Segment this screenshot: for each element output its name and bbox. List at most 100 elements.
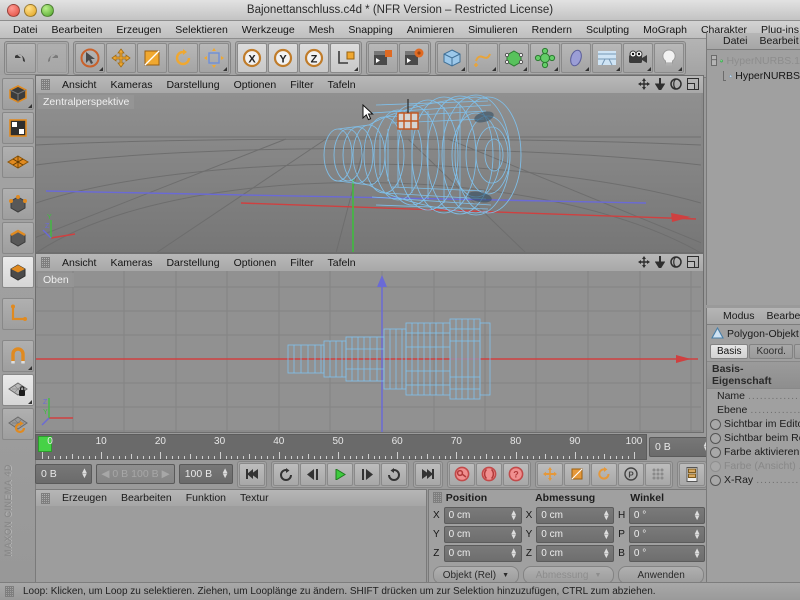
material-manager-list[interactable] (36, 506, 426, 584)
coordinate-input-abmessung-x[interactable]: 0 cm▲▼ (536, 507, 614, 524)
attribute-row-3[interactable]: Sichtbar beim Ren ......................… (707, 431, 800, 445)
coordinate-input-winkel-b[interactable]: 0 °▲▼ (629, 545, 705, 562)
keyframe-help-icon[interactable]: ? (503, 463, 529, 486)
step-forward-icon[interactable] (354, 463, 380, 486)
object-manager-menu-bearbeit[interactable]: Bearbeit (754, 35, 800, 47)
magnet-icon[interactable] (2, 340, 34, 372)
step-back-loop-icon[interactable] (273, 463, 299, 486)
viewport-top-menu-ansicht[interactable]: Ansicht (55, 257, 103, 269)
attribute-row-4[interactable]: Farbe aktivieren .......................… (707, 445, 800, 459)
menu-item-selektieren[interactable]: Selektieren (168, 24, 235, 36)
material-manager[interactable]: ErzeugenBearbeitenFunktionTextur (35, 489, 427, 585)
timeline-layout-icon[interactable] (679, 463, 705, 486)
viewport-top-menu-optionen[interactable]: Optionen (227, 257, 284, 269)
menu-item-erzeugen[interactable]: Erzeugen (109, 24, 168, 36)
model-mode-icon[interactable] (2, 78, 34, 110)
attribute-row-6[interactable]: X-Ray .......................... (707, 473, 800, 487)
radio-icon[interactable] (710, 461, 721, 472)
range-prev-arrow[interactable]: ◀ (97, 468, 109, 480)
playback-group-end[interactable] (413, 461, 443, 488)
menu-item-mograph[interactable]: MoGraph (636, 24, 694, 36)
deformer-icon[interactable] (561, 43, 591, 73)
stepper-icon[interactable]: ▲▼ (221, 468, 229, 478)
coordinate-manager[interactable]: Position Abmessung Winkel X0 cm▲▼X0 cm▲▼… (428, 489, 709, 585)
object-manager-tree[interactable]: –HyperNURBS.1HyperNURBS (707, 50, 800, 83)
viewport-perspective-canvas[interactable]: Zentralperspektive (36, 93, 703, 252)
panel-grip[interactable] (433, 492, 442, 503)
viewport-top-menu-kameras[interactable]: Kameras (103, 257, 159, 269)
viewport-perspective-menubar[interactable]: AnsichtKamerasDarstellungOptionenFilterT… (36, 76, 703, 94)
playback-bar[interactable]: 0 B ▲▼ ◀ 0 B 100 B ▶ 100 B ▲▼ (35, 461, 707, 487)
rotate-icon[interactable] (168, 43, 198, 73)
coordinate-input-abmessung-z[interactable]: 0 cm▲▼ (536, 545, 614, 562)
playback-group-start[interactable] (237, 461, 267, 488)
autokey-icon[interactable] (476, 463, 502, 486)
radio-icon[interactable] (710, 433, 721, 444)
z-axis-icon[interactable]: Z (299, 43, 329, 73)
redo-icon[interactable] (37, 43, 67, 73)
coordinate-row-1[interactable]: Y0 cm▲▼Y0 cm▲▼P0 °▲▼ (432, 526, 705, 543)
coordinate-input-winkel-h[interactable]: 0 °▲▼ (629, 507, 705, 524)
coordinate-rows[interactable]: X0 cm▲▼X0 cm▲▼H0 °▲▼ Y0 cm▲▼Y0 cm▲▼P0 °▲▼… (429, 505, 708, 562)
menu-item-animieren[interactable]: Animieren (400, 24, 461, 36)
menu-item-mesh[interactable]: Mesh (302, 24, 342, 36)
select-live-icon[interactable] (75, 43, 105, 73)
scale-icon[interactable] (137, 43, 167, 73)
attribute-row-5[interactable]: Farbe (Ansicht) ........................… (707, 459, 800, 473)
range-end-field[interactable]: 100 B ▲▼ (179, 464, 233, 484)
toolbar-group-transform[interactable] (73, 41, 231, 75)
key-pla-icon[interactable]: P (618, 463, 644, 486)
viewport-perspective-menu-ansicht[interactable]: Ansicht (55, 79, 103, 91)
world-axis-icon[interactable] (330, 43, 360, 73)
object-item-0[interactable]: –HyperNURBS.1 (707, 53, 800, 68)
attribute-row-2[interactable]: Sichtbar im Editor .....................… (707, 417, 800, 431)
stepper-icon[interactable]: ▲▼ (80, 468, 88, 478)
material-manager-menubar[interactable]: ErzeugenBearbeitenFunktionTextur (36, 490, 426, 507)
material-menu-bearbeiten[interactable]: Bearbeiten (114, 492, 179, 504)
object-item-1[interactable]: HyperNURBS (707, 68, 800, 83)
edge-mode-icon[interactable] (2, 222, 34, 254)
attribute-manager-menubar[interactable]: ModusBearbe (707, 308, 800, 325)
point-mode-icon[interactable] (2, 188, 34, 220)
coordinate-input-abmessung-y[interactable]: 0 cm▲▼ (536, 526, 614, 543)
play-back-icon[interactable] (300, 463, 326, 486)
y-axis-icon[interactable]: Y (268, 43, 298, 73)
viewport-top-canvas[interactable]: Oben (36, 271, 703, 432)
menu-bar[interactable]: DateiBearbeitenErzeugenSelektierenWerkze… (0, 21, 800, 39)
stepper-icon[interactable]: ▲▼ (602, 529, 610, 539)
object-manager-menu-datei[interactable]: Datei (717, 35, 754, 47)
attribute-row-1[interactable]: Ebene .......................... (707, 403, 800, 417)
viewport-top-menubar[interactable]: AnsichtKamerasDarstellungOptionenFilterT… (36, 254, 703, 272)
radio-icon[interactable] (710, 419, 721, 430)
coordinate-input-position-x[interactable]: 0 cm▲▼ (444, 507, 522, 524)
menu-item-werkzeuge[interactable]: Werkzeuge (235, 24, 302, 36)
menu-item-snapping[interactable]: Snapping (341, 24, 399, 36)
menu-item-bearbeiten[interactable]: Bearbeiten (45, 24, 110, 36)
attribute-menu-modus[interactable]: Modus (717, 310, 761, 322)
environment-icon[interactable] (592, 43, 622, 73)
viewport-top-menu-darstellung[interactable]: Darstellung (159, 257, 226, 269)
light-icon[interactable] (654, 43, 684, 73)
viewport-perspective[interactable]: AnsichtKamerasDarstellungOptionenFilterT… (35, 75, 704, 253)
attribute-tabs[interactable]: BasisKoord.Pho (707, 342, 800, 361)
stepper-icon[interactable]: ▲▼ (693, 548, 701, 558)
playback-group-transport[interactable] (271, 461, 409, 488)
coordinate-row-0[interactable]: X0 cm▲▼X0 cm▲▼H0 °▲▼ (432, 507, 705, 524)
preview-range-field[interactable]: ◀ 0 B 100 B ▶ (96, 464, 174, 484)
attribute-tab-basis[interactable]: Basis (710, 344, 748, 359)
viewport-perspective-menu-filter[interactable]: Filter (283, 79, 320, 91)
viewport-top[interactable]: AnsichtKamerasDarstellungOptionenFilterT… (35, 253, 704, 433)
attribute-tab-pho[interactable]: Pho (794, 344, 800, 359)
coordinate-input-winkel-p[interactable]: 0 °▲▼ (629, 526, 705, 543)
viewport-perspective-menu-kameras[interactable]: Kameras (103, 79, 159, 91)
viewport-top-menu-filter[interactable]: Filter (283, 257, 320, 269)
panel-grip[interactable] (5, 586, 14, 597)
toolbar-group-axis[interactable]: X Y Z (235, 41, 362, 75)
record-key-icon[interactable] (449, 463, 475, 486)
timeline-ruler[interactable]: 0102030405060708090100 (35, 434, 647, 460)
undo-icon[interactable] (6, 43, 36, 73)
coordinate-input-position-z[interactable]: 0 cm▲▼ (444, 545, 522, 562)
x-axis-icon[interactable]: X (237, 43, 267, 73)
object-manager-menubar[interactable]: DateiBearbeit (707, 33, 800, 50)
expander-icon[interactable]: – (711, 55, 717, 66)
